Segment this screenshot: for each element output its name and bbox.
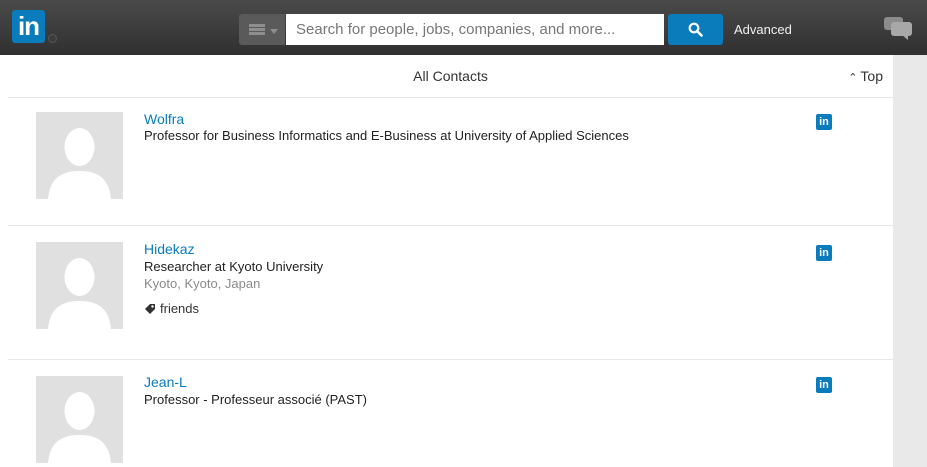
contact-name[interactable]: Wolfra — [144, 111, 184, 127]
contact-headline: Professor for Business Informatics and E… — [144, 128, 629, 143]
linkedin-profile-icon[interactable]: in — [816, 114, 832, 130]
top-nav-bar: in Advanced — [0, 0, 927, 55]
default-person-icon — [48, 128, 111, 199]
contact-location: Kyoto, Kyoto, Japan — [144, 276, 261, 291]
logo-registered-dot — [48, 34, 57, 43]
avatar[interactable] — [36, 112, 123, 199]
tag-label: friends — [160, 301, 200, 316]
default-person-icon — [48, 392, 111, 463]
search-icon — [688, 22, 703, 37]
linkedin-profile-icon[interactable]: in — [816, 245, 832, 261]
contact-row: Jean-L Professor - Professeur associé (P… — [8, 359, 893, 467]
contacts-panel: All Contacts ⌃ Top Wolfra Professor for B… — [0, 55, 893, 467]
chevron-down-icon — [270, 29, 278, 34]
contact-row: Wolfra Professor for Business Informatic… — [8, 97, 893, 226]
search-button[interactable] — [668, 14, 723, 45]
menu-icon — [249, 24, 265, 35]
linkedin-logo[interactable]: in — [12, 10, 45, 43]
avatar[interactable] — [36, 242, 123, 329]
contact-headline: Researcher at Kyoto University — [144, 259, 324, 274]
contact-name[interactable]: Jean-L — [144, 374, 187, 390]
linkedin-profile-icon[interactable]: in — [816, 377, 832, 393]
search-filter-dropdown[interactable] — [239, 14, 285, 45]
back-to-top-link[interactable]: ⌃ Top — [848, 55, 883, 97]
default-person-icon — [48, 258, 111, 329]
contact-name[interactable]: Hidekaz — [144, 241, 195, 257]
avatar[interactable] — [36, 376, 123, 463]
tag-icon — [145, 304, 155, 314]
page-title: All Contacts — [413, 68, 488, 84]
messages-icon[interactable] — [884, 17, 914, 41]
top-link-label: Top — [860, 68, 883, 84]
advanced-search-link[interactable]: Advanced — [734, 14, 792, 45]
panel-header: All Contacts ⌃ Top — [8, 55, 893, 98]
chevron-up-icon: ⌃ — [848, 72, 858, 84]
contact-row: Hidekaz Researcher at Kyoto University K… — [8, 225, 893, 360]
contact-tag[interactable]: friends — [144, 301, 199, 316]
contact-headline: Professor - Professeur associé (PAST) — [144, 392, 367, 407]
right-gutter — [893, 55, 927, 467]
search-input[interactable] — [286, 14, 664, 45]
